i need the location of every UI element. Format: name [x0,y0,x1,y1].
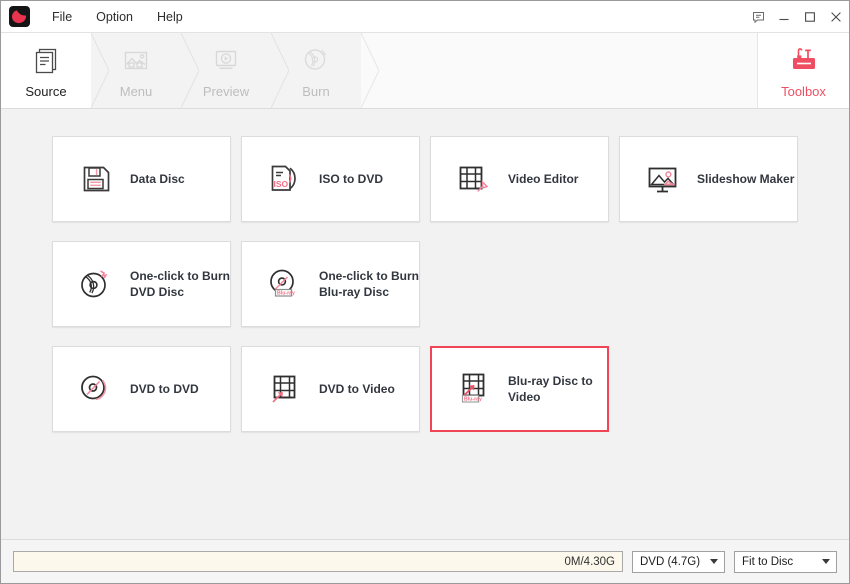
floppy-disk-icon [75,162,117,196]
tile-label: DVD to Video [319,381,395,397]
menu-image-icon [120,43,152,77]
svg-text:Blu-ray: Blu-ray [464,396,482,402]
source-document-icon [30,43,62,77]
step-label-source: Source [25,84,66,99]
tile-iso-to-dvd[interactable]: ISO ISO to DVD [241,136,420,222]
tile-data-disc[interactable]: Data Disc [52,136,231,222]
tile-oneclick-burn-dvd[interactable]: One-click to Burn DVD Disc [52,241,231,327]
menu-file[interactable]: File [40,1,84,33]
tile-dvd-to-dvd[interactable]: DVD to DVD [52,346,231,432]
maximize-icon[interactable] [797,4,823,30]
tile-label: ISO to DVD [319,171,383,187]
burn-disc-icon [300,43,332,77]
disc-capacity-bar: 0M/4.30G [13,551,623,572]
bluray-film-arrow-icon: Blu-ray [454,371,496,407]
toolbox-button[interactable]: Toolbox [757,33,849,108]
tile-label: Blu-ray Disc to Video [508,373,593,405]
menu-option[interactable]: Option [84,1,145,33]
toolbox-label: Toolbox [781,84,826,99]
film-pencil-icon [453,162,495,196]
tile-video-editor[interactable]: Video Editor [430,136,609,222]
application-window: File Option Help [0,0,850,584]
fit-mode-value: Fit to Disc [742,556,816,568]
step-label-burn: Burn [302,84,329,99]
step-source[interactable]: Source [1,33,91,108]
nav-spacer [361,33,757,108]
step-menu[interactable]: Menu [91,33,181,108]
disc-copy-icon [75,372,117,406]
step-preview[interactable]: Preview [181,33,271,108]
close-icon[interactable] [823,4,849,30]
tile-slideshow-maker[interactable]: Slideshow Maker [619,136,798,222]
capacity-text: 0M/4.30G [565,556,623,568]
iso-file-icon: ISO [264,162,306,196]
feedback-icon[interactable] [745,4,771,30]
tile-dvd-to-video[interactable]: DVD to Video [241,346,420,432]
disc-type-value: DVD (4.7G) [640,556,704,568]
step-label-menu: Menu [120,84,153,99]
tile-label: Video Editor [508,171,578,187]
app-logo-icon [9,6,30,27]
tile-label: Slideshow Maker [697,171,794,187]
fit-mode-select[interactable]: Fit to Disc [734,551,837,573]
chevron-down-icon [704,559,724,564]
tile-row-3: DVD to DVD DVD to Video [52,346,799,432]
step-navigation-bar: Source Menu [1,33,849,109]
step-label-preview: Preview [203,84,249,99]
menu-help[interactable]: Help [145,1,195,33]
tile-label: DVD to DVD [130,381,199,397]
step-list: Source Menu [1,33,361,108]
tile-row-2: One-click to Burn DVD Disc Blu-ray One-c… [52,241,799,327]
svg-text:ISO: ISO [274,179,289,189]
disc-flame-icon [75,267,117,301]
svg-text:Blu-ray: Blu-ray [277,290,295,296]
tile-label: Data Disc [130,171,185,187]
toolbox-grid: Data Disc ISO ISO to DVD [1,109,849,539]
tile-row-1: Data Disc ISO ISO to DVD [52,136,799,222]
step-burn[interactable]: Burn [271,33,361,108]
title-bar: File Option Help [1,1,849,33]
toolbox-icon [787,43,821,77]
tile-bluray-disc-to-video[interactable]: Blu-ray Blu-ray Disc to Video [430,346,609,432]
chevron-down-icon [816,559,836,564]
window-controls [745,1,849,33]
bluray-disc-icon: Blu-ray [264,267,306,301]
menu-bar: File Option Help [40,1,195,32]
status-bar: 0M/4.30G DVD (4.7G) Fit to Disc [1,539,849,583]
tile-oneclick-burn-bluray[interactable]: Blu-ray One-click to Burn Blu-ray Disc [241,241,420,327]
preview-play-icon [210,43,242,77]
monitor-photo-icon [642,162,684,196]
tile-label: One-click to Burn Blu-ray Disc [319,268,419,300]
tile-label: One-click to Burn DVD Disc [130,268,230,300]
disc-type-select[interactable]: DVD (4.7G) [632,551,725,573]
film-arrow-icon [264,372,306,406]
minimize-icon[interactable] [771,4,797,30]
